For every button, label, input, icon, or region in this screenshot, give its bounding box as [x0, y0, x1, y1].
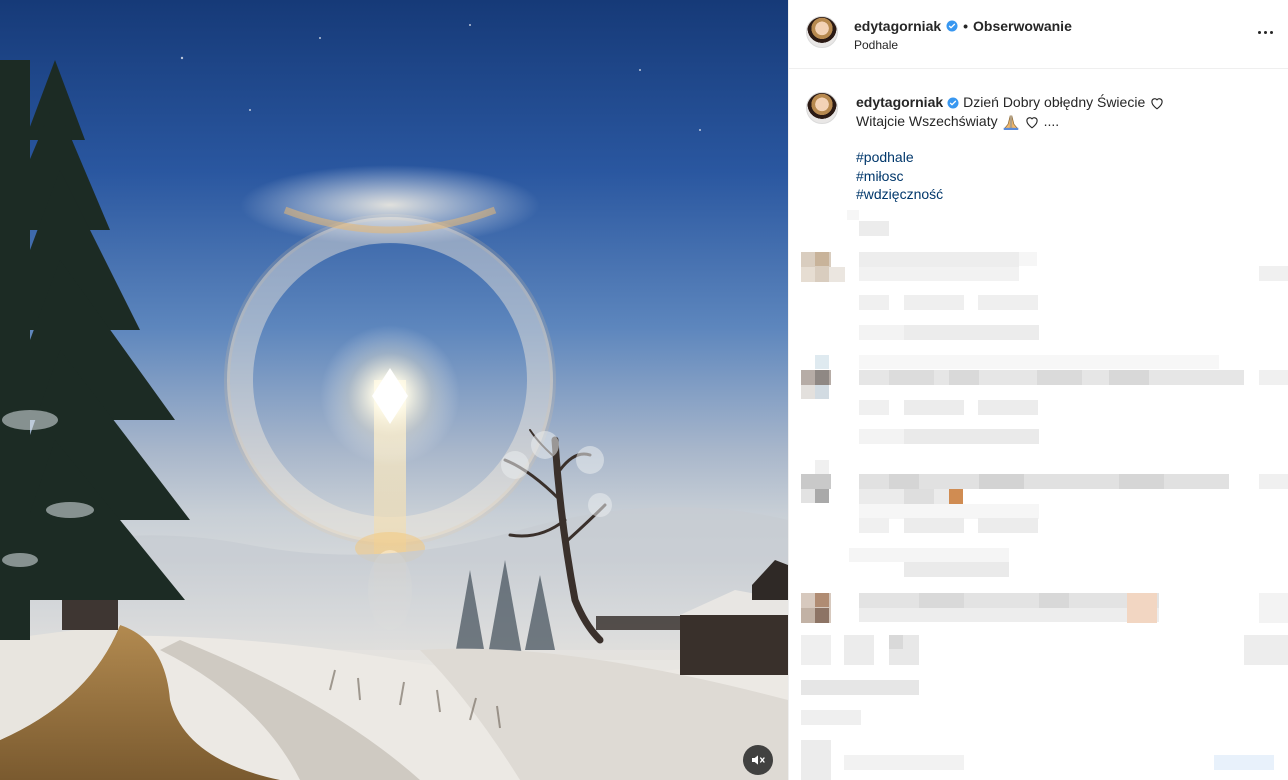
more-options-icon[interactable]: [1255, 22, 1275, 42]
caption-author-avatar[interactable]: [806, 92, 838, 124]
post-side-panel: edytagorniak • Obserwowanie Podhale edyt…: [788, 0, 1288, 780]
following-button[interactable]: Obserwowanie: [973, 18, 1072, 34]
caption-line-2-suffix: ....: [1043, 113, 1060, 129]
hashtag-link[interactable]: #podhale: [856, 148, 1266, 167]
blurred-comment: [801, 635, 1288, 780]
post-header: edytagorniak • Obserwowanie Podhale: [789, 0, 1288, 69]
hashtag-list: #podhale #miłosc #wdzięczność: [856, 148, 1266, 204]
hashtag-link[interactable]: #miłosc: [856, 167, 1266, 186]
mute-toggle-button[interactable]: [743, 745, 773, 775]
follow-separator: •: [963, 18, 969, 34]
blurred-comment: [801, 355, 1288, 444]
post-location[interactable]: Podhale: [854, 38, 898, 52]
post-media-video[interactable]: [0, 0, 788, 780]
hashtag-link[interactable]: #wdzięczność: [856, 185, 1266, 204]
heart-outline-icon: [1151, 97, 1163, 109]
verified-badge-icon: [947, 97, 959, 108]
blurred-comment: [801, 252, 1288, 340]
caption-line-2: Witajcie Wszechświaty: [856, 113, 998, 129]
caption-line-1: Dzień Dobry obłędny Świecie: [963, 94, 1146, 110]
verified-badge-icon: [946, 20, 958, 32]
blurred-comment: [801, 460, 1288, 577]
caption-username[interactable]: edytagorniak: [856, 93, 943, 112]
blurred-comment: [801, 593, 1288, 623]
author-avatar[interactable]: [806, 16, 838, 48]
caption-text: edytagorniak Dzień Dobry obłędny Świecie…: [856, 93, 1266, 204]
author-username[interactable]: edytagorniak: [854, 18, 941, 34]
author-line: edytagorniak • Obserwowanie: [854, 18, 1072, 34]
blurred-comments-area: [801, 210, 1288, 780]
folded-hands-emoji: [1003, 114, 1018, 130]
sun-halo-landscape-image: [0, 24, 788, 780]
heart-outline-icon: [1025, 116, 1038, 128]
volume-muted-icon: [752, 755, 765, 765]
